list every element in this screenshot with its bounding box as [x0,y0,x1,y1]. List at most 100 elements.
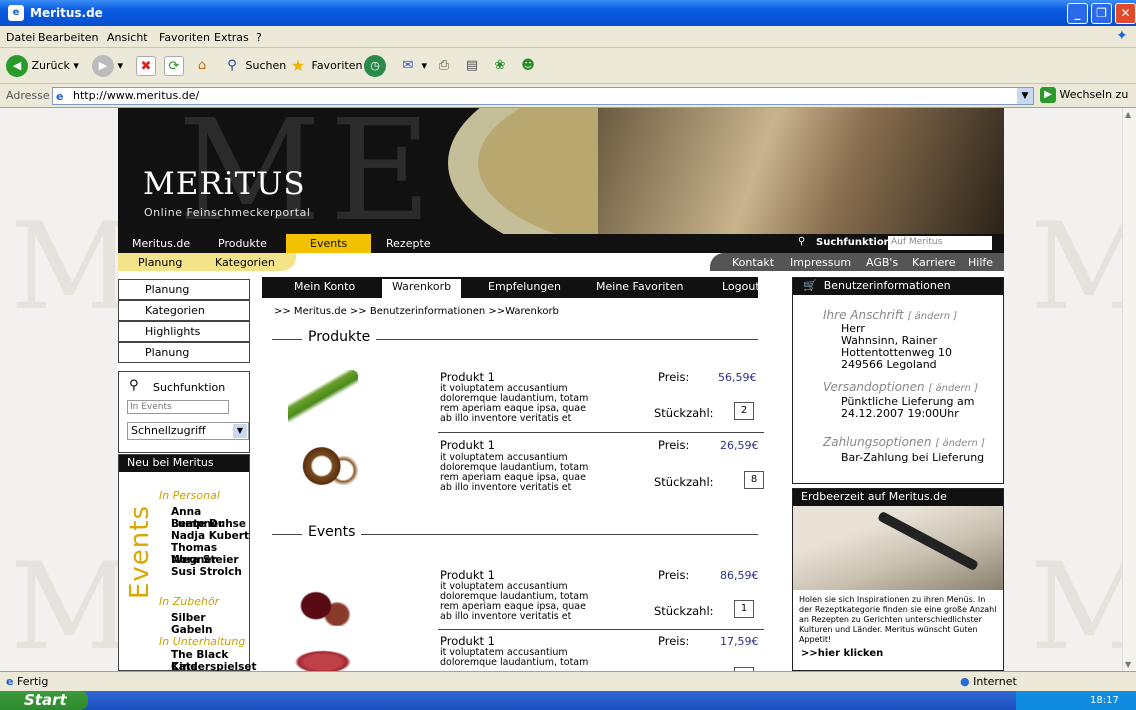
nav-events[interactable]: Events [286,234,372,253]
maximize-button[interactable]: ❐ [1091,3,1112,24]
product-desc: it voluptatem accusantium doloremque lau… [440,581,589,622]
price-value: 86,59€ [720,569,759,582]
menu-help[interactable]: ? [256,31,262,44]
change-payment-link[interactable]: [ ändern ] [935,438,985,449]
messenger-button[interactable]: ☻ [518,54,538,78]
menu-favoriten[interactable]: Favoriten [159,31,210,44]
scroll-down-icon[interactable]: ▼ [1125,660,1131,669]
price-label: Preis: [658,634,690,648]
forward-arrow-icon: ▶ [92,55,114,77]
tab-warenkorb[interactable]: Warenkorb [382,279,462,298]
person-name[interactable]: Susi Strolch [171,566,242,578]
price-value: 17,59€ [720,635,759,648]
tab-mein-konto[interactable]: Mein Konto [294,280,355,293]
menu-bearbeiten[interactable]: Bearbeiten [38,31,98,44]
edit-button[interactable]: ▤ [462,54,482,78]
left-item-highlights[interactable]: Highlights [118,321,250,342]
nav-meritus[interactable]: Meritus.de [132,237,190,250]
unterhaltung-item[interactable]: Kinderspielset [171,661,257,671]
account-tabs: Mein Konto Warenkorb Empfelungen Meine F… [262,277,760,298]
chives-image [288,370,358,426]
mail-button[interactable]: ✉ ▾ [398,54,427,78]
breadcrumb[interactable]: >> Meritus.de >> Benutzerinformationen >… [274,306,559,317]
qty-input[interactable]: 8 [744,471,764,489]
go-button[interactable]: ▶ Wechseln zu [1040,87,1128,103]
subnav-kontakt[interactable]: Kontakt [732,256,774,269]
vertical-scrollbar[interactable]: ▲ ▼ [1122,108,1136,671]
product-name[interactable]: Produkt 1 [440,568,495,582]
subnav-impressum[interactable]: Impressum [790,256,851,269]
product-name[interactable]: Produkt 1 [440,370,495,384]
price-label: Preis: [658,568,690,582]
site-logo[interactable]: MERiTUS [143,166,306,202]
price-value: 56,59€ [718,371,757,384]
change-shipping-link[interactable]: [ ändern ] [928,383,978,394]
product-name[interactable]: Produkt 1 [440,438,495,452]
zubehoer-title: In Zubehör [159,595,220,608]
address-url: http://www.meritus.de/ [73,89,200,102]
site-tagline: Online Feinschmeckerportal [144,206,311,219]
nav-produkte[interactable]: Produkte [218,237,267,250]
pen-shape [877,510,979,572]
coconut-image [300,444,362,488]
scroll-up-icon[interactable]: ▲ [1125,110,1131,119]
subnav-kategorien[interactable]: Kategorien [215,256,275,269]
quick-access-select[interactable]: Schnellzugriff ▼ [127,422,249,440]
search-button[interactable]: ⚲ Suchen [222,54,286,78]
dropdown-icon[interactable]: ▼ [1017,88,1033,104]
zubehoer-item[interactable]: Silber Gabeln [171,612,249,636]
change-address-link[interactable]: [ ändern ] [908,311,958,322]
nav-rezepte[interactable]: Rezepte [386,237,431,250]
research-button[interactable]: ❀ [490,54,510,78]
left-item-planung[interactable]: Planung [118,279,250,300]
menu-ansicht[interactable]: Ansicht [107,31,148,44]
messenger-icon: ☻ [521,58,535,73]
top-search-input[interactable]: Auf Meritus [888,236,992,250]
ie-logo-icon: e [8,5,24,21]
subnav-agb[interactable]: AGB's [866,256,898,269]
favorites-button[interactable]: ★ Favoriten [288,54,363,78]
tab-favoriten[interactable]: Meine Favoriten [596,280,683,293]
start-button[interactable]: Start [0,691,88,710]
close-button[interactable]: ✕ [1115,3,1136,24]
menu-extras[interactable]: Extras [214,31,249,44]
person-name[interactable]: Nora Steier [171,554,239,566]
go-label: Wechseln zu [1059,88,1129,101]
forward-button[interactable]: ▶ ▾ [92,54,123,78]
menu-datei[interactable]: Datei [6,31,35,44]
stop-button[interactable]: ✖ [136,54,156,78]
left-item-planung-2[interactable]: Planung [118,342,250,363]
payment-title: Zahlungsoptionen [823,435,932,449]
person-name[interactable]: Nadja Kubert [171,530,249,542]
qty-input[interactable]: 2 [734,402,754,420]
shipping-title-row: Versandoptionen [ ändern ] [823,380,978,394]
history-button[interactable]: ◷ [364,54,386,78]
price-label: Preis: [658,370,690,384]
main-nav: Meritus.de Produkte Events Rezepte ⚲ Suc… [118,234,1004,253]
tab-logout[interactable]: Logout [722,280,760,293]
address-input[interactable]: e http://www.meritus.de/ ▼ [52,87,1034,105]
left-item-kategorien[interactable]: Kategorien [118,300,250,321]
print-button[interactable]: ⎙ [434,54,454,78]
promo-link[interactable]: >>hier klicken [801,648,883,659]
unterhaltung-title: In Unterhaltung [159,635,246,648]
tab-empfelungen[interactable]: Empfelungen [488,280,561,293]
back-button[interactable]: ◀ Zurück ▾ [6,54,79,78]
qty-input[interactable]: 1 [734,600,754,618]
sub-nav: Planung Kategorien Kontakt Impressum AGB… [118,253,1004,271]
subnav-planung[interactable]: Planung [138,256,182,269]
events-search-input[interactable]: In Events [127,400,229,414]
subnav-hilfe[interactable]: Hilfe [968,256,993,269]
address-bar: Adresse e http://www.meritus.de/ ▼ ▶ Wec… [0,84,1136,108]
shipping-line: 24.12.2007 19:00Uhr [841,407,959,420]
promo-text: Holen sie sich Inspirationen zu ihren Me… [799,595,997,644]
product-name[interactable]: Produkt 1 [440,634,495,648]
subnav-karriere[interactable]: Karriere [912,256,955,269]
products-heading: Produkte [302,329,377,345]
minimize-button[interactable]: _ [1067,3,1088,24]
go-arrow-icon: ▶ [1040,87,1056,103]
person-name[interactable]: Beate Duhse [171,518,246,530]
home-button[interactable]: ⌂ [192,54,212,78]
refresh-button[interactable]: ⟳ [164,54,184,78]
research-icon: ❀ [494,58,506,73]
